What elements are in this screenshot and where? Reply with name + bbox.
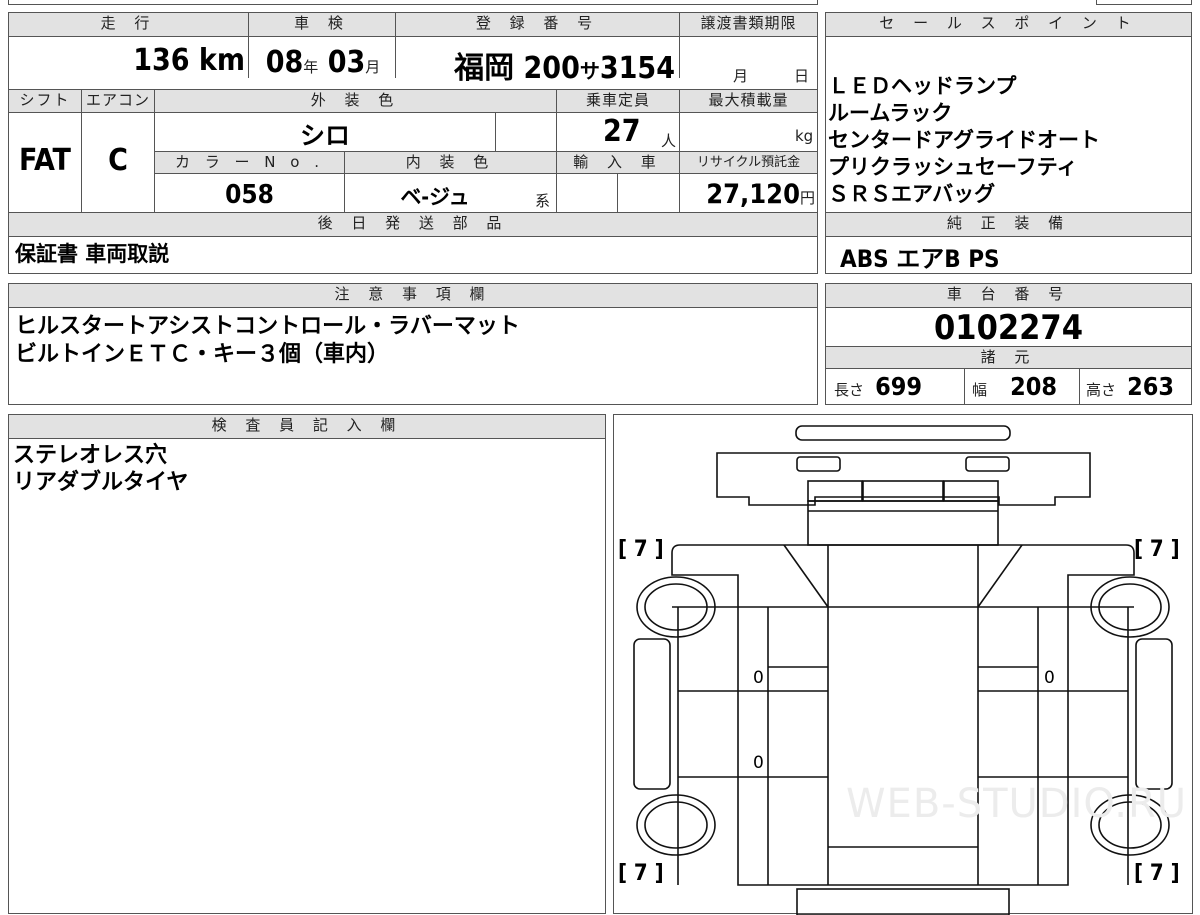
tire-front-right: [ 7 ] [1134, 537, 1180, 562]
header-capacity: 乗車定員 [557, 90, 679, 112]
sales-point-item: ＳＲＳエアバッグ [828, 182, 996, 206]
sales-point-item: センタードアグライドオート [828, 128, 1100, 152]
tire-front-left: [ 7 ] [618, 537, 664, 562]
tire-rear-right: [ 7 ] [1134, 861, 1180, 886]
genuine-equipment-value: ABS エアB PS [840, 245, 1000, 273]
inspector-item: ステレオレス穴 [13, 443, 168, 468]
header-shift: シフト [9, 90, 81, 112]
top-strip-right [1096, 0, 1192, 5]
chassis-no-value: 0102274 [934, 308, 1083, 348]
exterior-color-value: シロ [299, 121, 350, 150]
inspector-item: リアダブルタイヤ [13, 470, 189, 495]
header-specs: 諸 元 [826, 347, 1191, 368]
header-max-load: 最大積載量 [680, 90, 817, 112]
notes-panel: 注 意 事 項 欄 ヒルスタートアシストコントロール・ラバーマット ビルトインＥ… [8, 283, 818, 405]
interior-color-suffix: 系 [535, 192, 551, 210]
note-item: ビルトインＥＴＣ・キー３個（車内） [15, 342, 390, 367]
inspector-panel: 検 査 員 記 入 欄 ステレオレス穴 リアダブルタイヤ [8, 414, 606, 914]
header-registration: 登 録 番 号 [396, 13, 679, 36]
damage-mark: 0 [753, 668, 764, 688]
shift-value: FAT [19, 143, 71, 178]
registration-number: 福岡 200サ3154 [454, 51, 675, 86]
spec-height: 高さ 263 [1086, 372, 1175, 401]
header-sales-points: セ ー ル ス ポ イ ン ト [826, 13, 1191, 36]
header-chassis-no: 車 台 番 号 [826, 284, 1191, 307]
sales-point-item: ＬＥＤヘッドランプ [828, 74, 1017, 98]
vehicle-outline [633, 425, 1173, 915]
notes-list: ヒルスタートアシストコントロール・ラバーマット ビルトインＥＴＣ・キー３個（車内… [15, 313, 520, 369]
header-mileage: 走 行 [9, 13, 248, 36]
sales-point-item: プリクラッシュセーフティ [828, 155, 1078, 179]
damage-mark: 0 [1044, 668, 1055, 688]
sales-points-panel: セ ー ル ス ポ イ ン ト ＬＥＤヘッドランプ ルームラック センタードアグ… [825, 12, 1192, 274]
vehicle-damage-diagram: [ 7 ] [ 7 ] [ 7 ] [ 7 ] 0 0 0 WEB-STUDIO… [613, 414, 1193, 915]
spec-width: 幅 208 [972, 372, 1058, 401]
deadline-month: 月 [733, 67, 749, 85]
recycle-fee-value: 27,120円 [706, 179, 815, 210]
sales-points-list: ＬＥＤヘッドランプ ルームラック センタードアグライドオート プリクラッシュセー… [828, 73, 1100, 208]
damage-mark: 0 [753, 753, 764, 773]
header-aircon: エアコン [82, 90, 154, 112]
header-color-no: カ ラ ー N o . [155, 152, 344, 173]
interior-color-value: ベ-ジュ [400, 185, 470, 209]
inspector-list: ステレオレス穴 リアダブルタイヤ [13, 442, 188, 496]
sales-point-item: ルームラック [828, 101, 953, 125]
watermark: WEB-STUDIO.RU [846, 781, 1188, 827]
header-inspection: 車 検 [249, 13, 395, 36]
header-notes: 注 意 事 項 欄 [9, 284, 817, 307]
header-import-car: 輸 入 車 [557, 152, 679, 173]
header-recycle-fee: リサイクル預託金 [680, 152, 817, 173]
header-later-parts: 後 日 発 送 部 品 [9, 213, 817, 236]
color-no-value: 058 [225, 180, 274, 210]
later-parts-value: 保証書 車両取説 [15, 242, 170, 266]
header-interior-color: 内 装 色 [345, 152, 556, 173]
chassis-specs-panel: 車 台 番 号 0102274 諸 元 長さ 699 幅 208 高さ 263 [825, 283, 1192, 405]
header-transfer-deadline: 譲渡書類期限 [680, 13, 817, 36]
header-exterior-color: 外 装 色 [155, 90, 556, 112]
header-inspector: 検 査 員 記 入 欄 [9, 415, 605, 438]
inspection-value: 08年 03月 [265, 45, 381, 80]
tire-rear-left: [ 7 ] [618, 861, 664, 886]
top-strip-left [8, 0, 818, 5]
header-genuine-equipment: 純 正 装 備 [826, 213, 1191, 236]
mileage-value: 136 km [133, 43, 245, 78]
aircon-value: C [108, 143, 128, 178]
vehicle-info-table: 走 行 車 検 登 録 番 号 譲渡書類期限 136 km 08年 03月 福岡… [8, 12, 818, 274]
max-load-unit: kg [795, 127, 814, 145]
note-item: ヒルスタートアシストコントロール・ラバーマット [15, 314, 520, 339]
spec-length: 長さ 699 [834, 372, 923, 401]
deadline-day: 日 [794, 67, 810, 85]
